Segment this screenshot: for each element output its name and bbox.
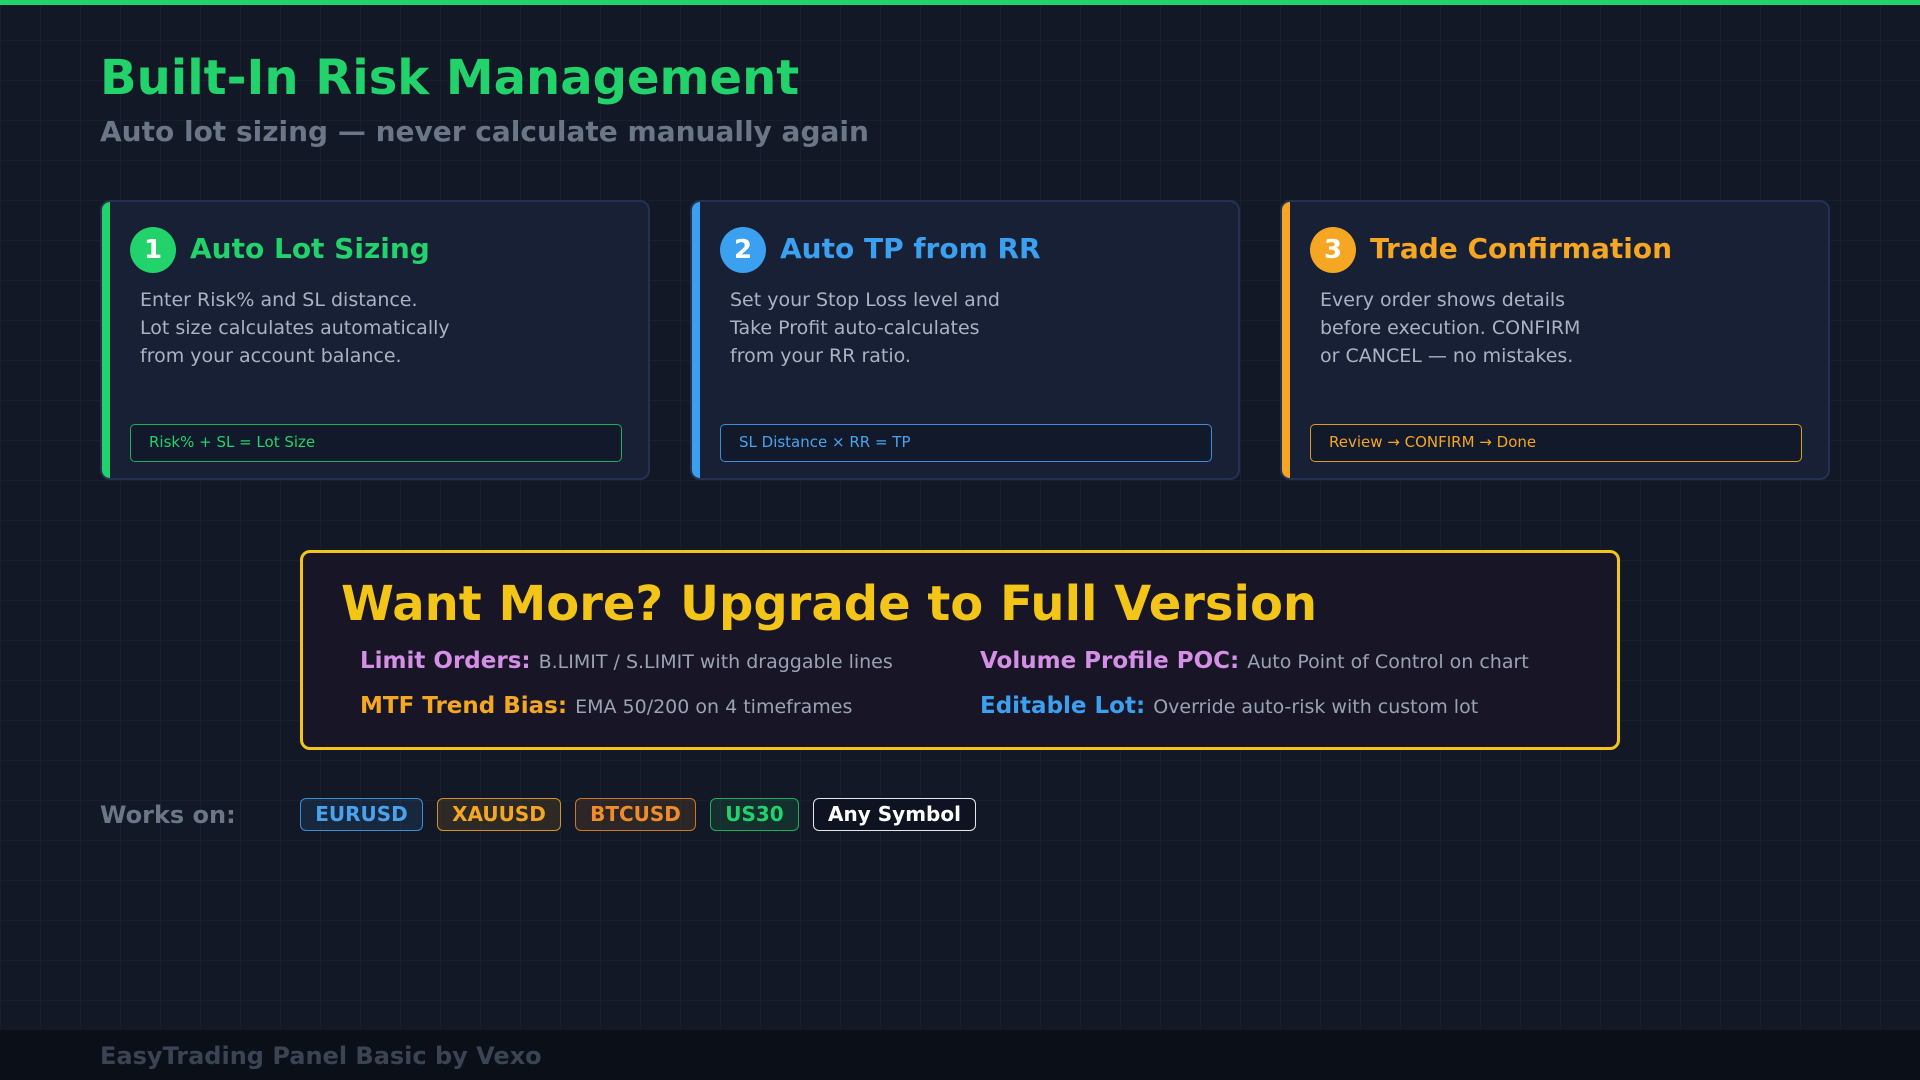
card-description-line: or CANCEL — no mistakes. <box>1320 345 1574 367</box>
feature-description: B.LIMIT / S.LIMIT with draggable lines <box>538 651 893 673</box>
card-title: Auto Lot Sizing <box>190 232 430 265</box>
step-number-badge: 2 <box>720 227 766 273</box>
feature-description: Override auto-risk with custom lot <box>1153 696 1479 718</box>
card-auto-lot-sizing: 1 Auto Lot Sizing Enter Risk% and SL dis… <box>100 200 650 480</box>
card-accent-stripe <box>692 202 700 478</box>
step-number-badge: 3 <box>1310 227 1356 273</box>
card-trade-confirmation: 3 Trade Confirmation Every order shows d… <box>1280 200 1830 480</box>
feature-name: Limit Orders: <box>360 648 531 674</box>
feature-mtf-trend-bias: MTF Trend Bias: EMA 50/200 on 4 timeframe… <box>360 693 852 719</box>
card-description-line: before execution. CONFIRM <box>1320 317 1581 339</box>
card-title: Trade Confirmation <box>1370 232 1673 265</box>
symbol-chip-us30: US30 <box>710 798 799 831</box>
upgrade-title: Want More? Upgrade to Full Version <box>341 576 1318 632</box>
card-description: Every order shows details before executi… <box>1320 286 1800 370</box>
feature-name: Volume Profile POC: <box>980 648 1240 674</box>
feature-name: Editable Lot: <box>980 693 1146 719</box>
formula-box: Review → CONFIRM → Done <box>1310 424 1802 462</box>
card-description-line: Take Profit auto-calculates <box>730 317 980 339</box>
card-title: Auto TP from RR <box>780 232 1041 265</box>
feature-limit-orders: Limit Orders: B.LIMIT / S.LIMIT with drag… <box>360 648 893 674</box>
formula-box: SL Distance × RR = TP <box>720 424 1212 462</box>
formula-box: Risk% + SL = Lot Size <box>130 424 622 462</box>
card-description: Enter Risk% and SL distance. Lot size ca… <box>140 286 620 370</box>
card-description-line: from your RR ratio. <box>730 345 911 367</box>
card-description-line: Every order shows details <box>1320 289 1566 311</box>
card-description: Set your Stop Loss level and Take Profit… <box>730 286 1210 370</box>
footer-credit: EasyTrading Panel Basic by Vexo <box>100 1042 542 1070</box>
feature-volume-profile-poc: Volume Profile POC: Auto Point of Control… <box>980 648 1529 674</box>
card-description-line: from your account balance. <box>140 345 402 367</box>
symbol-chip-xauusd: XAUUSD <box>437 798 561 831</box>
top-accent-bar <box>0 0 1920 5</box>
footer-bar: EasyTrading Panel Basic by Vexo <box>0 1030 1920 1080</box>
card-description-line: Enter Risk% and SL distance. <box>140 289 418 311</box>
card-accent-stripe <box>1282 202 1290 478</box>
feature-description: EMA 50/200 on 4 timeframes <box>575 696 853 718</box>
page-title: Built-In Risk Management <box>100 50 800 106</box>
feature-editable-lot: Editable Lot: Override auto-risk with cus… <box>980 693 1478 719</box>
card-auto-tp-from-rr: 2 Auto TP from RR Set your Stop Loss lev… <box>690 200 1240 480</box>
symbol-chip-eurusd: EURUSD <box>300 798 423 831</box>
page-subtitle: Auto lot sizing — never calculate manual… <box>100 115 869 148</box>
symbol-chip-any-symbol: Any Symbol <box>813 798 976 831</box>
card-accent-stripe <box>102 202 110 478</box>
works-on-label: Works on: <box>100 801 236 829</box>
card-description-line: Lot size calculates automatically <box>140 317 450 339</box>
feature-description: Auto Point of Control on chart <box>1247 651 1529 673</box>
upgrade-promo-box: Want More? Upgrade to Full Version Limit… <box>300 550 1620 750</box>
feature-name: MTF Trend Bias: <box>360 693 568 719</box>
step-number-badge: 1 <box>130 227 176 273</box>
card-description-line: Set your Stop Loss level and <box>730 289 1000 311</box>
symbol-chip-btcusd: BTCUSD <box>575 798 696 831</box>
